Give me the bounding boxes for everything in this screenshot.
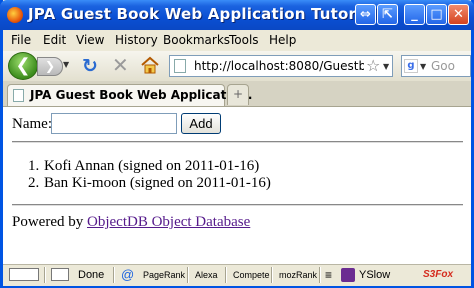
- reload-icon[interactable]: ↻: [82, 56, 98, 76]
- menu-tools[interactable]: Tools: [229, 33, 259, 47]
- address-bar[interactable]: http://localhost:8080/Guestbook/ ☆ ▼: [169, 55, 393, 77]
- list-item-text: Ban Ki-moon (signed on 2011-01-16): [44, 175, 271, 191]
- forward-button[interactable]: ❯: [37, 57, 63, 76]
- restore-extra-button-2[interactable]: ⇱: [377, 4, 398, 25]
- add-button[interactable]: Add: [181, 113, 221, 134]
- list-item-number: 2.: [28, 175, 40, 191]
- maximize-button[interactable]: □: [426, 4, 447, 25]
- list-item-text: Kofi Annan (signed on 2011-01-16): [44, 158, 260, 174]
- browser-window: JPA Guest Book Web Application Tutorial …: [0, 0, 474, 288]
- menu-bar: File Edit View History Bookmarks Tools H…: [3, 30, 471, 51]
- compete-label[interactable]: Compete: [233, 265, 270, 285]
- menu-help[interactable]: Help: [269, 33, 296, 47]
- close-button[interactable]: ✕: [448, 4, 469, 25]
- search-engine-dropdown-icon[interactable]: ▼: [420, 62, 426, 71]
- history-dropdown-icon[interactable]: ▼: [63, 60, 69, 69]
- search-box[interactable]: g ▼ Goo: [401, 55, 471, 77]
- window-title: JPA Guest Book Web Application Tutorial …: [28, 5, 389, 23]
- separator: [187, 267, 189, 283]
- separator: [113, 267, 115, 283]
- menu-history[interactable]: History: [115, 33, 158, 47]
- separator: [225, 267, 227, 283]
- page-icon: [13, 89, 24, 102]
- url-dropdown-icon[interactable]: ▼: [383, 62, 389, 71]
- status-icon[interactable]: ≡: [325, 265, 332, 285]
- email-icon[interactable]: @: [121, 265, 134, 285]
- tab-strip: JPA Guest Book Web Applicatio... +: [3, 81, 471, 107]
- footer: Powered by ObjectDB Object Database: [12, 214, 250, 231]
- separator: [271, 267, 273, 283]
- tab-guestbook[interactable]: JPA Guest Book Web Applicatio...: [7, 84, 252, 106]
- objectdb-link[interactable]: ObjectDB Object Database: [87, 214, 250, 230]
- name-input[interactable]: [51, 113, 177, 134]
- page-content: Name: Add 1. Kofi Annan (signed on 2011-0…: [3, 107, 471, 264]
- tab-label: JPA Guest Book Web Applicatio...: [30, 88, 253, 102]
- home-icon[interactable]: [140, 55, 160, 75]
- list-item: 2. Ban Ki-moon (signed on 2011-01-16): [28, 175, 271, 192]
- list-item: 1. Kofi Annan (signed on 2011-01-16): [28, 158, 271, 175]
- google-icon[interactable]: g: [404, 59, 418, 73]
- status-bar: Done @ PageRank Alexa Compete mozRank ≡ …: [3, 264, 471, 286]
- list-item-number: 1.: [28, 158, 40, 174]
- menu-bookmarks[interactable]: Bookmarks: [163, 33, 230, 47]
- menu-file[interactable]: File: [11, 33, 31, 47]
- keyboard-icon[interactable]: [51, 268, 69, 281]
- search-placeholder[interactable]: Goo: [431, 59, 455, 73]
- alexa-label[interactable]: Alexa: [195, 265, 218, 285]
- name-label: Name:: [12, 116, 52, 132]
- url-text[interactable]: http://localhost:8080/Guestbook/: [194, 59, 364, 73]
- restore-extra-button[interactable]: ⇔: [355, 4, 376, 25]
- pagerank-label[interactable]: PageRank: [143, 265, 185, 285]
- mozrank-label[interactable]: mozRank: [279, 265, 317, 285]
- bookmark-star-icon[interactable]: ☆: [366, 56, 380, 75]
- menu-edit[interactable]: Edit: [43, 33, 66, 47]
- back-button[interactable]: ❮: [8, 52, 38, 80]
- status-text: Done: [78, 269, 105, 281]
- menu-view[interactable]: View: [76, 33, 104, 47]
- guest-list: 1. Kofi Annan (signed on 2011-01-16) 2. Ba…: [28, 158, 271, 192]
- yslow-label[interactable]: YSlow: [359, 265, 390, 285]
- title-bar[interactable]: JPA Guest Book Web Application Tutorial …: [0, 0, 474, 30]
- yslow-icon[interactable]: [341, 268, 355, 282]
- stop-icon[interactable]: ✕: [112, 55, 129, 75]
- separator: [319, 267, 321, 283]
- firefox-icon: [7, 7, 23, 23]
- powered-by-text: Powered by: [12, 214, 84, 230]
- separator: [44, 267, 46, 283]
- page-icon: [174, 59, 186, 73]
- minimize-button[interactable]: _: [404, 4, 425, 25]
- navigation-toolbar: ❮ ❯ ▼ ↻ ✕ http://localhost:8080/Guestboo…: [3, 51, 471, 82]
- s3fox-label[interactable]: S3Fox: [423, 265, 453, 285]
- firebug-icon[interactable]: [9, 268, 39, 281]
- divider-bottom: [12, 204, 463, 206]
- new-tab-button[interactable]: +: [227, 84, 249, 105]
- divider-top: [12, 141, 463, 143]
